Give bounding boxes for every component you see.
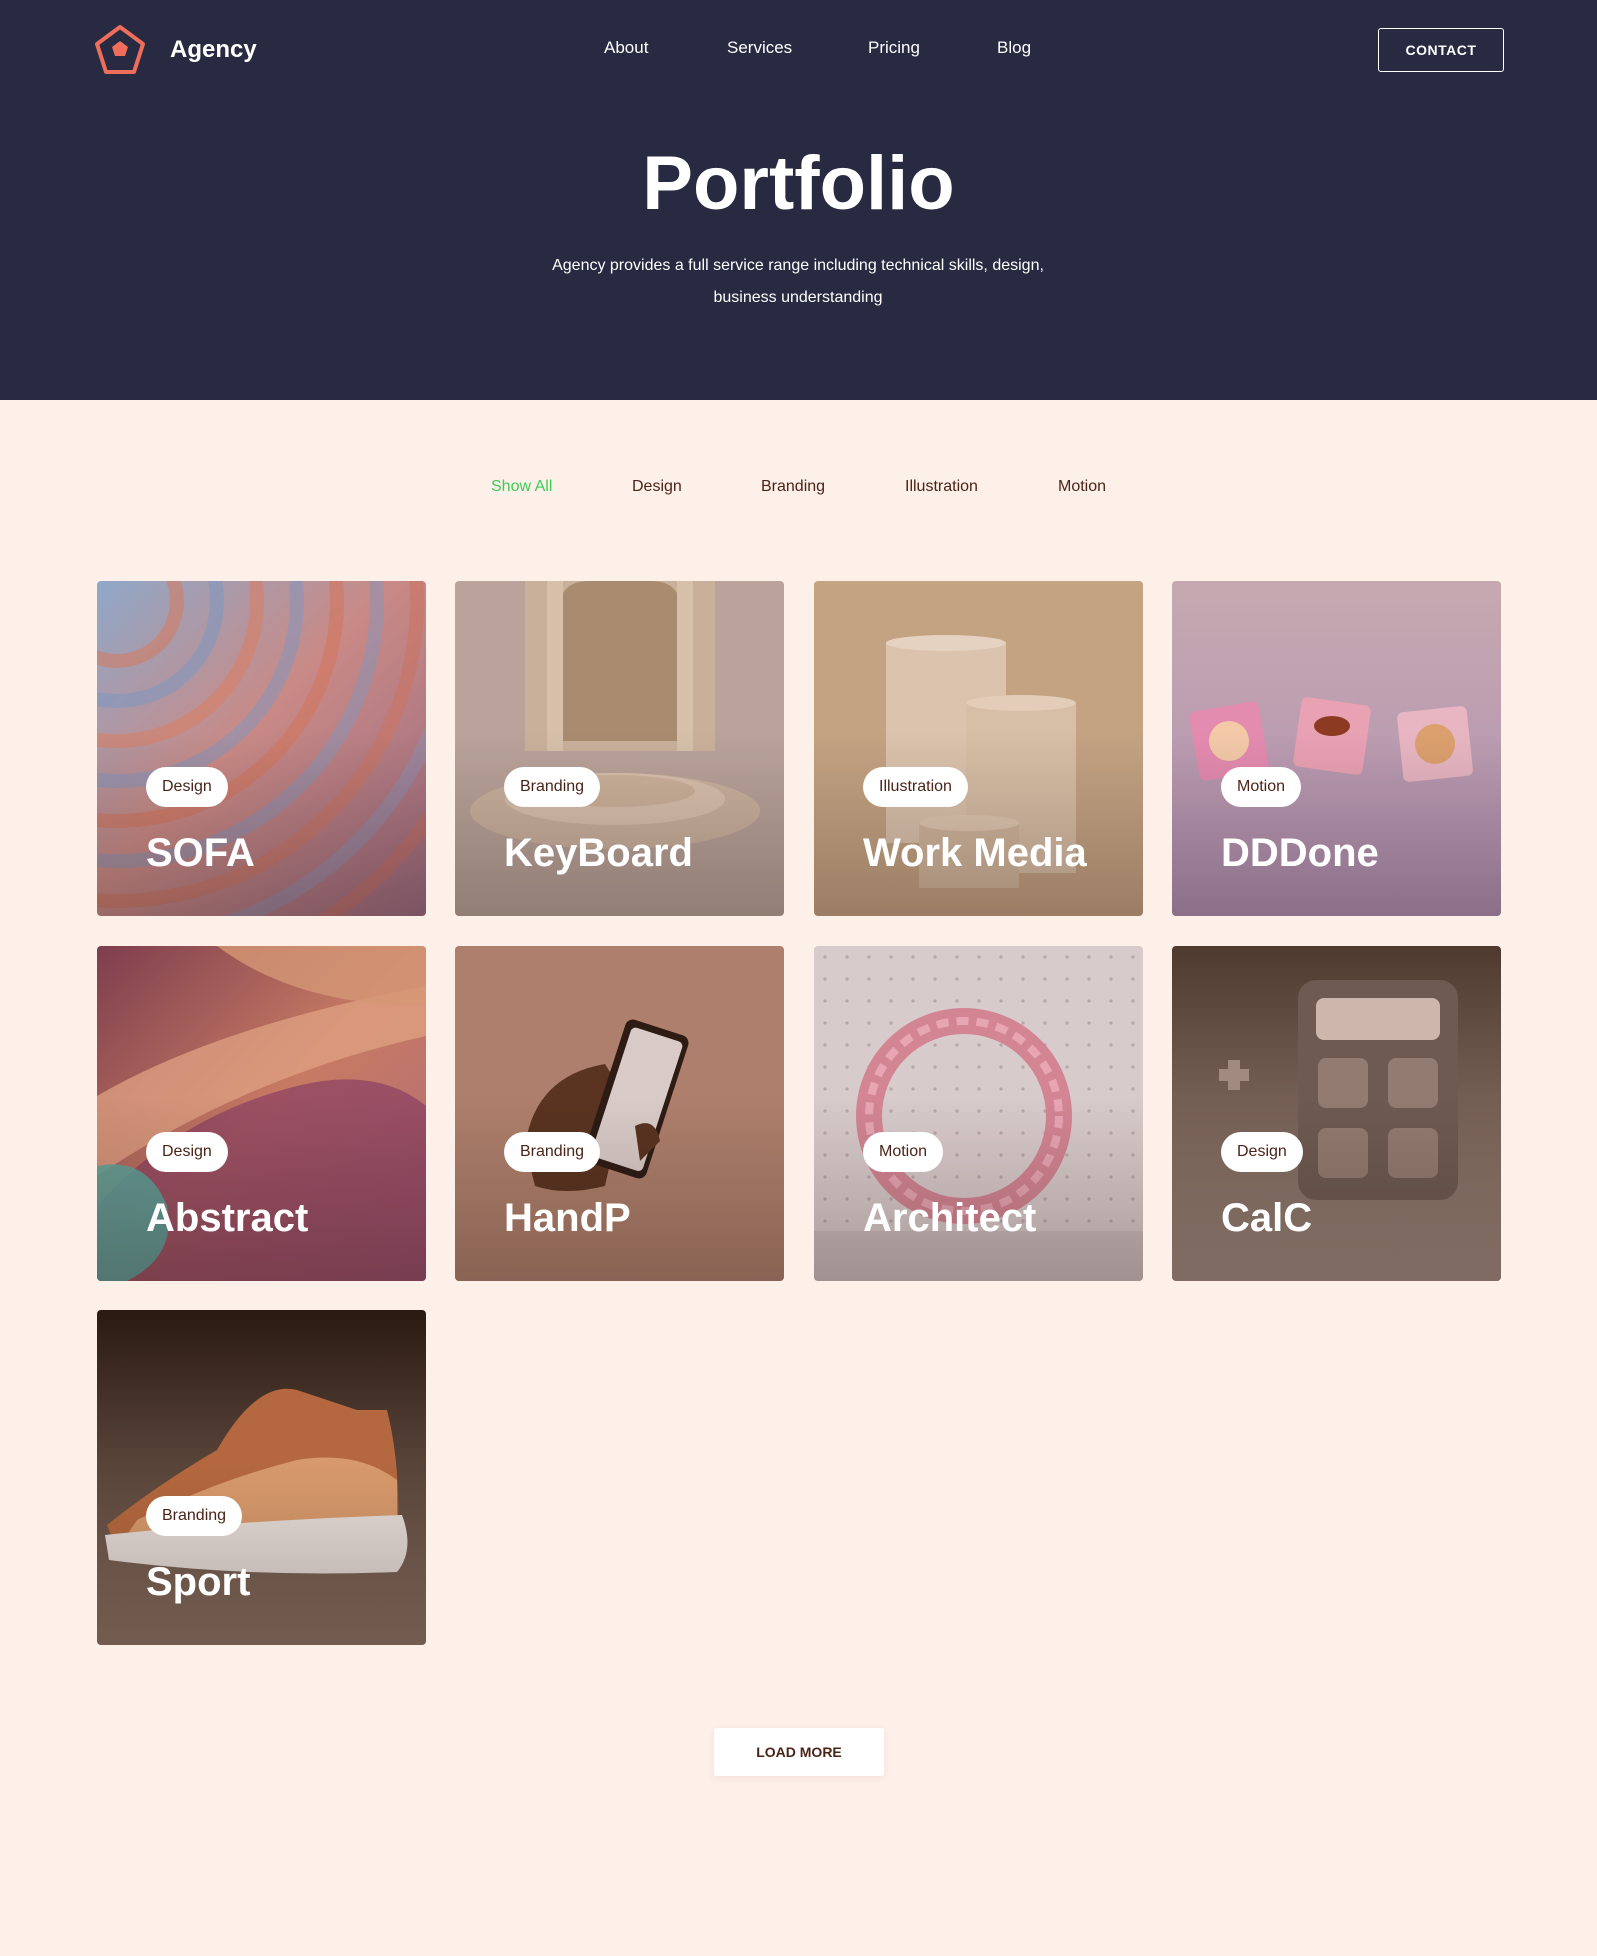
project-title: Architect <box>863 1196 1037 1240</box>
page-subtitle: Agency provides a full service range inc… <box>552 257 1044 306</box>
category-badge: Motion <box>863 1132 944 1172</box>
category-badge: Design <box>1221 1132 1303 1172</box>
portfolio-card[interactable]: Branding KeyBoard <box>455 581 784 916</box>
category-badge: Branding <box>146 1496 243 1536</box>
filter-motion[interactable]: Motion <box>1058 478 1106 496</box>
category-badge: Design <box>146 767 228 807</box>
portfolio-card[interactable]: Design CalC <box>1172 946 1501 1281</box>
project-title: Work Media <box>863 831 1087 875</box>
project-title: HandP <box>504 1196 631 1240</box>
project-title: Sport <box>146 1560 251 1604</box>
category-badge: Branding <box>504 767 601 807</box>
project-title: Abstract <box>146 1196 309 1240</box>
filter-design[interactable]: Design <box>632 478 682 496</box>
project-title: CalC <box>1221 1196 1313 1240</box>
pentagon-logo-icon <box>95 25 145 74</box>
category-badge: Design <box>146 1132 228 1172</box>
page-title: Portfolio <box>642 141 955 226</box>
portfolio-card[interactable]: Branding Sport <box>97 1310 426 1645</box>
category-badge: Illustration <box>863 767 968 807</box>
hero-header: Agency About Services Pricing Blog CONTA… <box>0 0 1597 400</box>
project-title: DDDone <box>1221 831 1379 875</box>
nav-link-blog[interactable]: Blog <box>997 38 1031 58</box>
brand-name: Agency <box>170 36 257 63</box>
portfolio-card[interactable]: Design Abstract <box>97 946 426 1281</box>
load-more-button[interactable]: LOAD MORE <box>714 1728 884 1776</box>
portfolio-card[interactable]: Motion DDDone <box>1172 581 1501 916</box>
portfolio-card[interactable]: Motion Architect <box>814 946 1143 1281</box>
project-title: KeyBoard <box>504 831 693 875</box>
nav-link-services[interactable]: Services <box>727 38 792 58</box>
category-badge: Motion <box>1221 767 1302 807</box>
portfolio-card[interactable]: Branding HandP <box>455 946 784 1281</box>
contact-button[interactable]: CONTACT <box>1378 28 1504 72</box>
filter-show-all[interactable]: Show All <box>491 478 552 496</box>
portfolio-card[interactable]: Design SOFA <box>97 581 426 916</box>
nav-link-about[interactable]: About <box>604 38 648 58</box>
category-badge: Branding <box>504 1132 601 1172</box>
filter-branding[interactable]: Branding <box>761 478 825 496</box>
brand-logo[interactable]: Agency <box>94 24 257 76</box>
nav-link-pricing[interactable]: Pricing <box>868 38 920 58</box>
filter-illustration[interactable]: Illustration <box>905 478 978 496</box>
portfolio-card[interactable]: Illustration Work Media <box>814 581 1143 916</box>
project-title: SOFA <box>146 831 255 875</box>
